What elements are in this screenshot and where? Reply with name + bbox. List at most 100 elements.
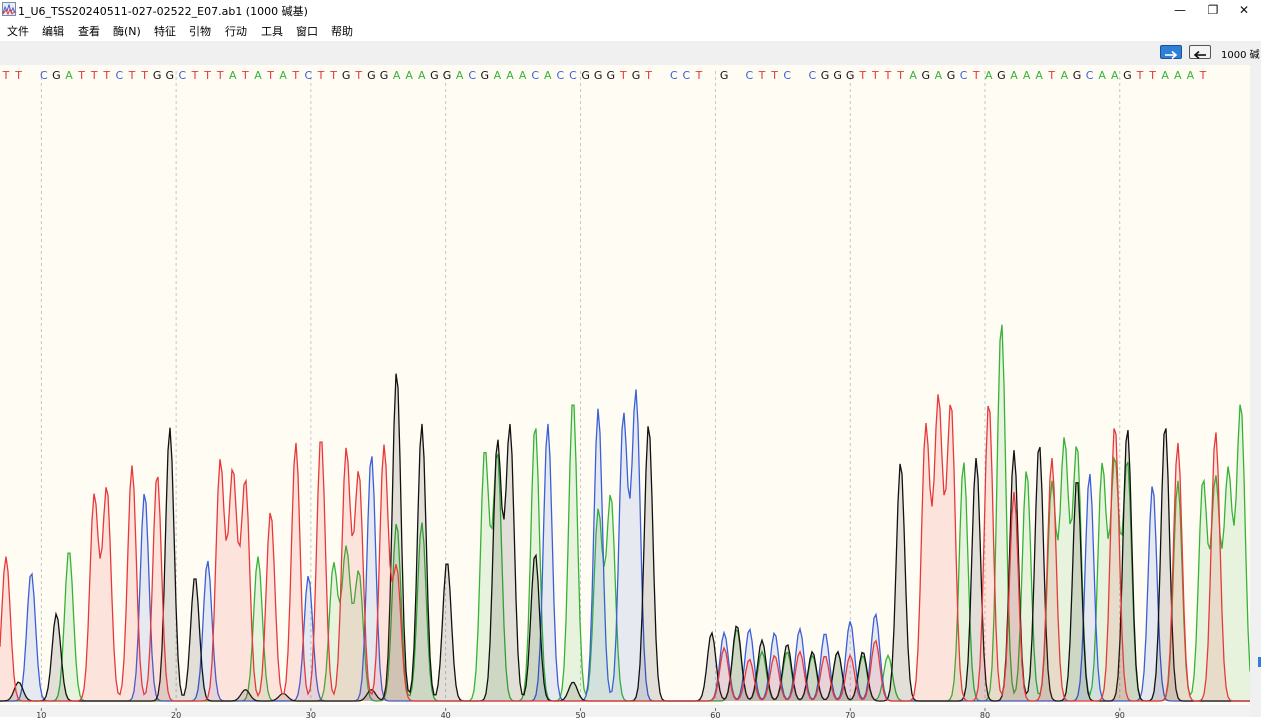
toolbar: 1000 碱: [0, 41, 1261, 65]
base-call: T: [14, 69, 22, 82]
base-call: A: [254, 69, 262, 82]
base-call: A: [1010, 69, 1018, 82]
base-call: G: [367, 69, 376, 82]
base-call: C: [179, 69, 187, 82]
position-ruler: 10 20 30 40 50 60 70 80 90: [0, 705, 1250, 720]
restore-button[interactable]: ❐: [1196, 0, 1230, 20]
base-call: T: [896, 69, 904, 82]
menu-actions[interactable]: 行动: [225, 23, 247, 39]
base-call: T: [354, 69, 362, 82]
ruler-label: 20: [171, 711, 181, 720]
base-call: T: [758, 69, 766, 82]
base-call: G: [1123, 69, 1132, 82]
base-call: G: [833, 69, 842, 82]
base-call: G: [443, 69, 452, 82]
app-icon: [2, 2, 16, 16]
base-call: T: [1199, 69, 1207, 82]
ruler-label: 80: [980, 711, 990, 720]
base-call: G: [166, 69, 175, 82]
base-call: A: [1023, 69, 1031, 82]
base-call: T: [191, 69, 199, 82]
base-call: T: [644, 69, 652, 82]
title-bar: 1_U6_TSS20240511-027-02522_E07.ab1 (1000…: [0, 0, 1261, 20]
base-call: T: [216, 69, 224, 82]
base-call: A: [229, 69, 237, 82]
base-call: T: [884, 69, 892, 82]
base-call: G: [821, 69, 830, 82]
base-call: G: [997, 69, 1006, 82]
base-call: A: [1174, 69, 1182, 82]
base-call: G: [846, 69, 855, 82]
menu-help[interactable]: 帮助: [331, 23, 353, 39]
base-call: G: [481, 69, 490, 82]
base-call: C: [569, 69, 577, 82]
ruler-label: 90: [1115, 711, 1125, 720]
base-call: T: [871, 69, 879, 82]
arrow-right-icon: [1165, 50, 1178, 60]
window-title: 1_U6_TSS20240511-027-02522_E07.ab1 (1000…: [18, 5, 308, 18]
base-call: G: [153, 69, 162, 82]
base-call: T: [2, 69, 10, 82]
base-call: T: [203, 69, 211, 82]
menu-enzymes[interactable]: 酶(N): [113, 23, 141, 39]
close-button[interactable]: ✕: [1227, 0, 1261, 20]
base-call: T: [90, 69, 98, 82]
base-call: G: [947, 69, 956, 82]
menu-bar: 文件 编辑 查看 酶(N) 特征 引物 行动 工具 窗口 帮助: [0, 20, 1261, 41]
base-call: T: [695, 69, 703, 82]
base-call: T: [317, 69, 325, 82]
base-call: T: [1047, 69, 1055, 82]
base-call: T: [770, 69, 778, 82]
base-count-label: 1000 碱: [1221, 50, 1260, 61]
base-call: A: [279, 69, 287, 82]
base-call: A: [1111, 69, 1119, 82]
menu-file[interactable]: 文件: [7, 23, 29, 39]
menu-primers[interactable]: 引物: [189, 23, 211, 39]
base-call: G: [632, 69, 641, 82]
base-call: A: [494, 69, 502, 82]
base-call: C: [683, 69, 691, 82]
base-call: G: [380, 69, 389, 82]
base-call: A: [1035, 69, 1043, 82]
base-call: G: [581, 69, 590, 82]
base-call: A: [1161, 69, 1169, 82]
base-call: G: [607, 69, 616, 82]
base-call: C: [557, 69, 565, 82]
vertical-scrollbar[interactable]: [1250, 65, 1261, 717]
menu-tools[interactable]: 工具: [261, 23, 283, 39]
base-call: A: [544, 69, 552, 82]
base-call: A: [1187, 69, 1195, 82]
chromatogram-svg: TTCGATTTCTTGGCTTTATATATCTTGTGGAAAGGACGAA…: [0, 69, 1250, 702]
base-call: T: [619, 69, 627, 82]
base-call: A: [65, 69, 73, 82]
base-call: G: [922, 69, 931, 82]
base-call: T: [858, 69, 866, 82]
minimize-button[interactable]: —: [1163, 0, 1197, 20]
base-call: T: [1136, 69, 1144, 82]
menu-edit[interactable]: 编辑: [42, 23, 64, 39]
menu-view[interactable]: 查看: [78, 23, 100, 39]
base-call: A: [935, 69, 943, 82]
menu-features[interactable]: 特征: [154, 23, 176, 39]
base-call: T: [972, 69, 980, 82]
base-call: T: [241, 69, 249, 82]
ruler-label: 40: [441, 711, 451, 720]
base-call: T: [1148, 69, 1156, 82]
base-call: G: [342, 69, 351, 82]
menu-window[interactable]: 窗口: [296, 23, 318, 39]
base-call: G: [720, 69, 729, 82]
chromatogram-plot[interactable]: TTCGATTTCTTGGCTTTATATATCTTGTGGAAAGGACGAA…: [0, 65, 1250, 705]
base-call: C: [468, 69, 476, 82]
ruler-label: 70: [845, 711, 855, 720]
base-call: A: [909, 69, 917, 82]
base-call: A: [393, 69, 401, 82]
base-call: G: [52, 69, 61, 82]
next-button[interactable]: [1160, 45, 1182, 60]
base-call: T: [140, 69, 148, 82]
previous-button[interactable]: [1189, 45, 1211, 60]
base-call: T: [291, 69, 299, 82]
base-call: C: [1086, 69, 1094, 82]
base-call-row: TTCGATTTCTTGGCTTTATATATCTTGTGGAAAGGACGAA…: [2, 69, 1207, 82]
base-call: A: [418, 69, 426, 82]
base-call: T: [329, 69, 337, 82]
